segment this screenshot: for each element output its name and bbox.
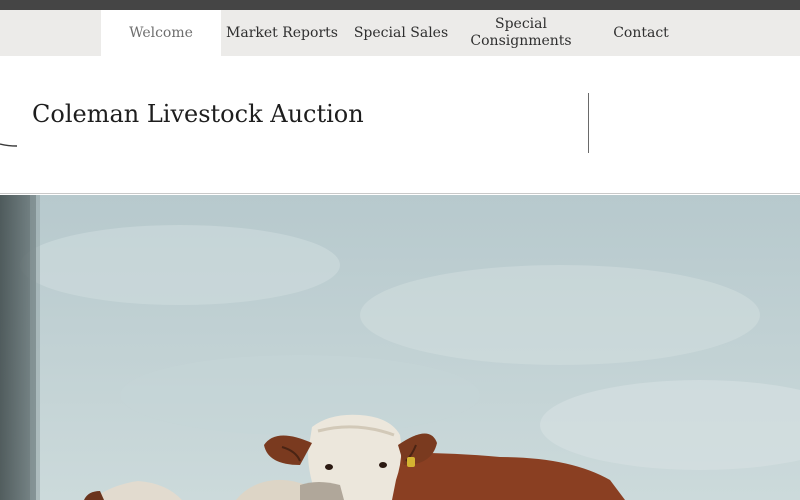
nav-item-label: Contact bbox=[613, 24, 669, 41]
nav-item-special-consignments[interactable]: Special Consignments bbox=[466, 10, 576, 56]
nav-item-market-reports[interactable]: Market Reports bbox=[221, 10, 343, 56]
site-header: Coleman Livestock Auction bbox=[0, 56, 800, 194]
hereford-cattle-photo bbox=[0, 195, 800, 500]
nav-item-contact[interactable]: Contact bbox=[596, 10, 686, 56]
site-title[interactable]: Coleman Livestock Auction bbox=[32, 100, 364, 128]
nav-item-special-sales[interactable]: Special Sales bbox=[343, 10, 459, 56]
nav-item-label: Special Sales bbox=[353, 24, 449, 41]
nav-item-label: Welcome bbox=[129, 24, 193, 41]
decorative-swoosh-icon bbox=[0, 143, 18, 147]
hero-image bbox=[0, 195, 800, 500]
nav-item-label: Market Reports bbox=[226, 24, 338, 41]
header-divider bbox=[588, 93, 589, 153]
nav-item-label: Special Consignments bbox=[470, 16, 572, 49]
top-strip bbox=[0, 0, 800, 10]
nav-item-welcome[interactable]: Welcome bbox=[101, 10, 221, 56]
main-navigation: Welcome Market Reports Special Sales Spe… bbox=[0, 10, 800, 56]
